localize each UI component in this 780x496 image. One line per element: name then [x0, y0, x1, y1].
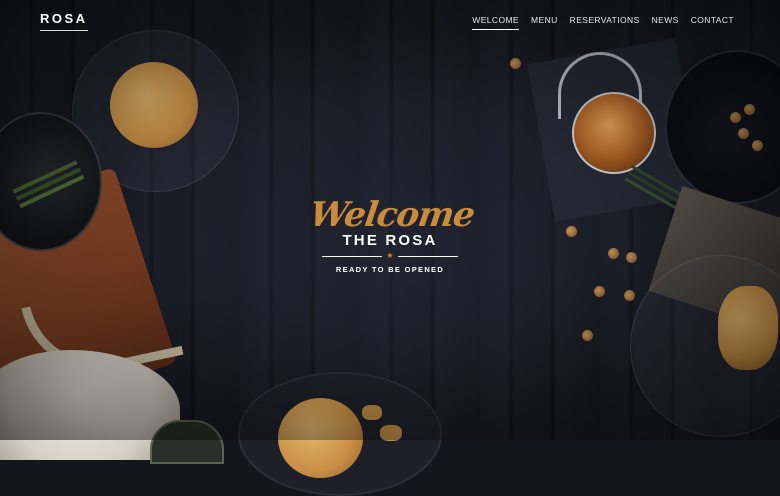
- star-icon: ★: [386, 251, 394, 260]
- nav-item-news[interactable]: NEWS: [652, 15, 679, 30]
- hero-divider: ★: [310, 252, 470, 260]
- site-header: ROSA WELCOME MENU RESERVATIONS NEWS CONT…: [0, 0, 780, 44]
- divider-line: [397, 255, 458, 257]
- nav-item-contact[interactable]: CONTACT: [691, 15, 734, 30]
- nav-item-welcome[interactable]: WELCOME: [472, 15, 520, 30]
- main-nav: WELCOME MENU RESERVATIONS NEWS CONTACT: [472, 15, 734, 30]
- nav-item-reservations[interactable]: RESERVATIONS: [570, 15, 640, 30]
- hero-script-title: Welcome: [307, 195, 477, 235]
- site-logo[interactable]: ROSA: [40, 11, 88, 31]
- nav-item-menu[interactable]: MENU: [531, 15, 558, 30]
- divider-line: [322, 255, 383, 257]
- hero-subtitle: READY TO BE OPENED: [335, 265, 445, 274]
- hero-section: Welcome THE ROSA ★ READY TO BE OPENED: [307, 195, 477, 274]
